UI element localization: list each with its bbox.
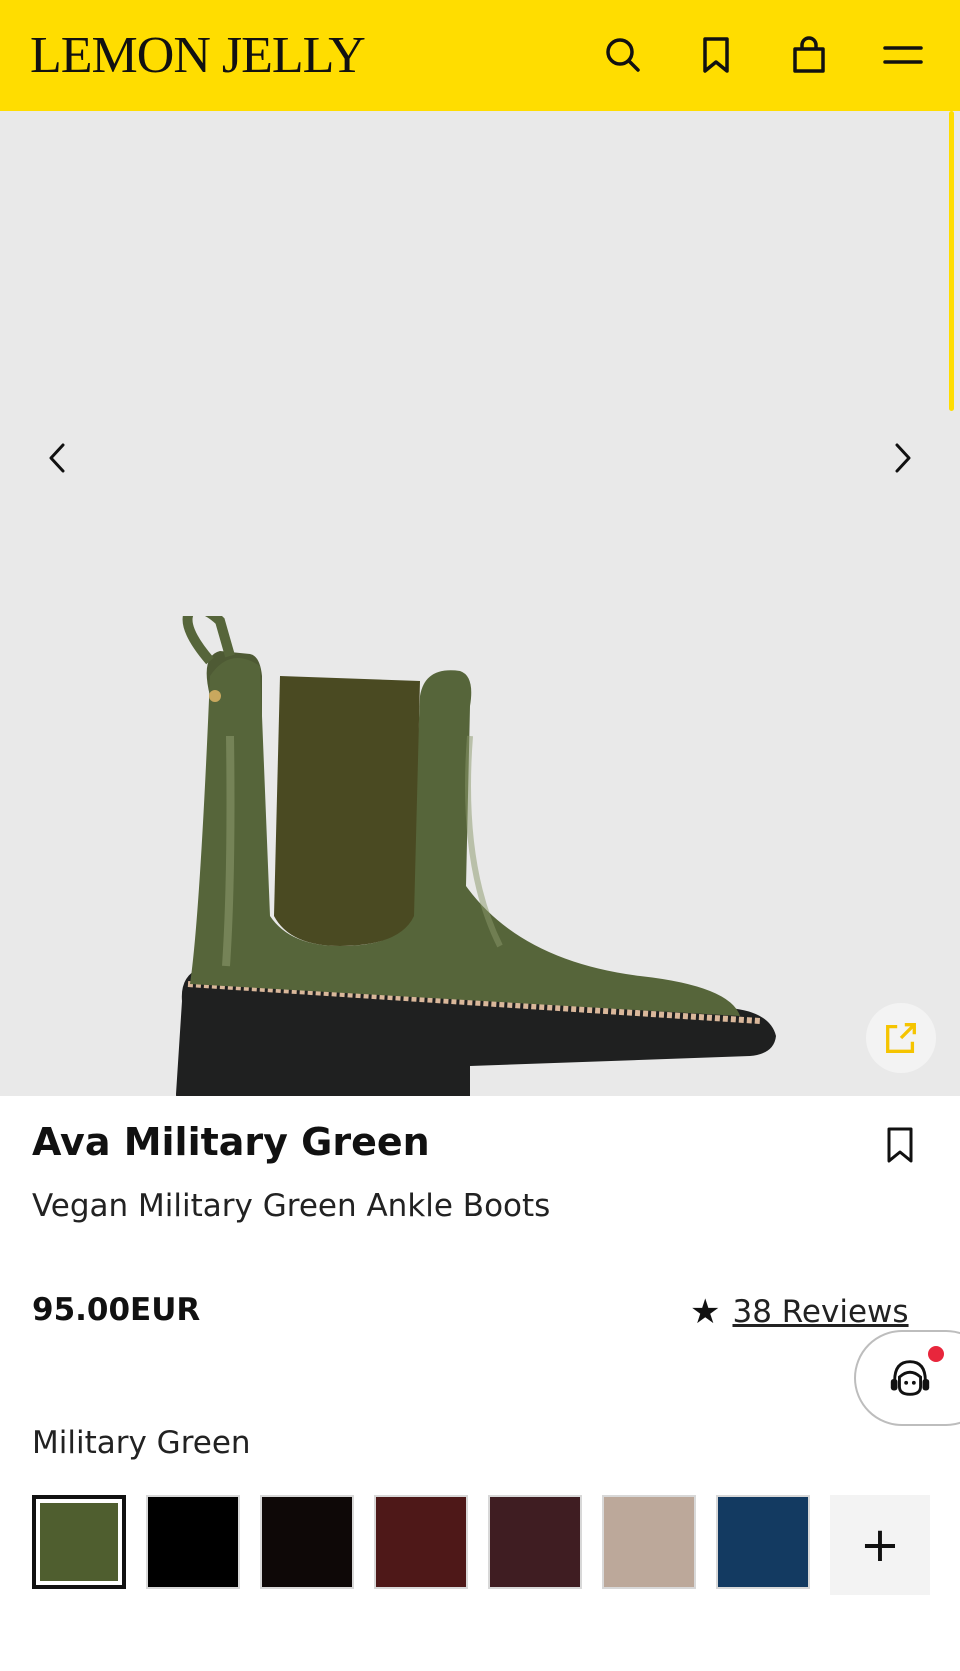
- color-swatch[interactable]: [602, 1495, 696, 1589]
- brand-logo[interactable]: LEMON JELLY: [30, 26, 366, 86]
- product-price: 95.00EUR: [32, 1292, 201, 1328]
- color-swatch[interactable]: [146, 1495, 240, 1589]
- expand-image-button[interactable]: [866, 1003, 936, 1073]
- prev-image-button[interactable]: [38, 433, 78, 483]
- top-header: LEMON JELLY: [0, 0, 960, 111]
- star-icon: ★: [690, 1292, 721, 1332]
- reviews-link[interactable]: 38 Reviews: [732, 1294, 908, 1330]
- chevron-right-icon: [895, 443, 911, 473]
- color-swatch[interactable]: [32, 1495, 126, 1589]
- color-swatch[interactable]: [260, 1495, 354, 1589]
- next-image-button[interactable]: [882, 433, 922, 483]
- notification-dot: [928, 1346, 944, 1362]
- color-swatch[interactable]: [374, 1495, 468, 1589]
- product-image: [170, 604, 790, 1096]
- product-subtitle: Vegan Military Green Ankle Boots: [32, 1188, 551, 1224]
- customer-support-button[interactable]: [854, 1330, 960, 1426]
- chevron-left-icon: [49, 443, 65, 473]
- selected-color-label: Military Green: [32, 1425, 251, 1461]
- search-icon[interactable]: [600, 32, 646, 78]
- reviews: ★ 38 Reviews: [690, 1292, 909, 1332]
- color-swatches: +: [32, 1495, 930, 1595]
- product-title: Ava Military Green: [32, 1120, 430, 1164]
- more-colors-button[interactable]: +: [830, 1495, 930, 1595]
- bookmark-icon[interactable]: [693, 32, 739, 78]
- bookmark-icon: [887, 1127, 913, 1163]
- color-swatch[interactable]: [716, 1495, 810, 1589]
- color-swatch[interactable]: [488, 1495, 582, 1589]
- product-image-gallery[interactable]: [0, 111, 960, 1096]
- expand-icon: [886, 1023, 916, 1053]
- bag-icon[interactable]: [786, 32, 832, 78]
- save-product-button[interactable]: [880, 1125, 924, 1169]
- menu-icon[interactable]: [880, 32, 926, 78]
- support-agent-icon: [890, 1360, 930, 1396]
- page-scrollbar[interactable]: [949, 111, 954, 411]
